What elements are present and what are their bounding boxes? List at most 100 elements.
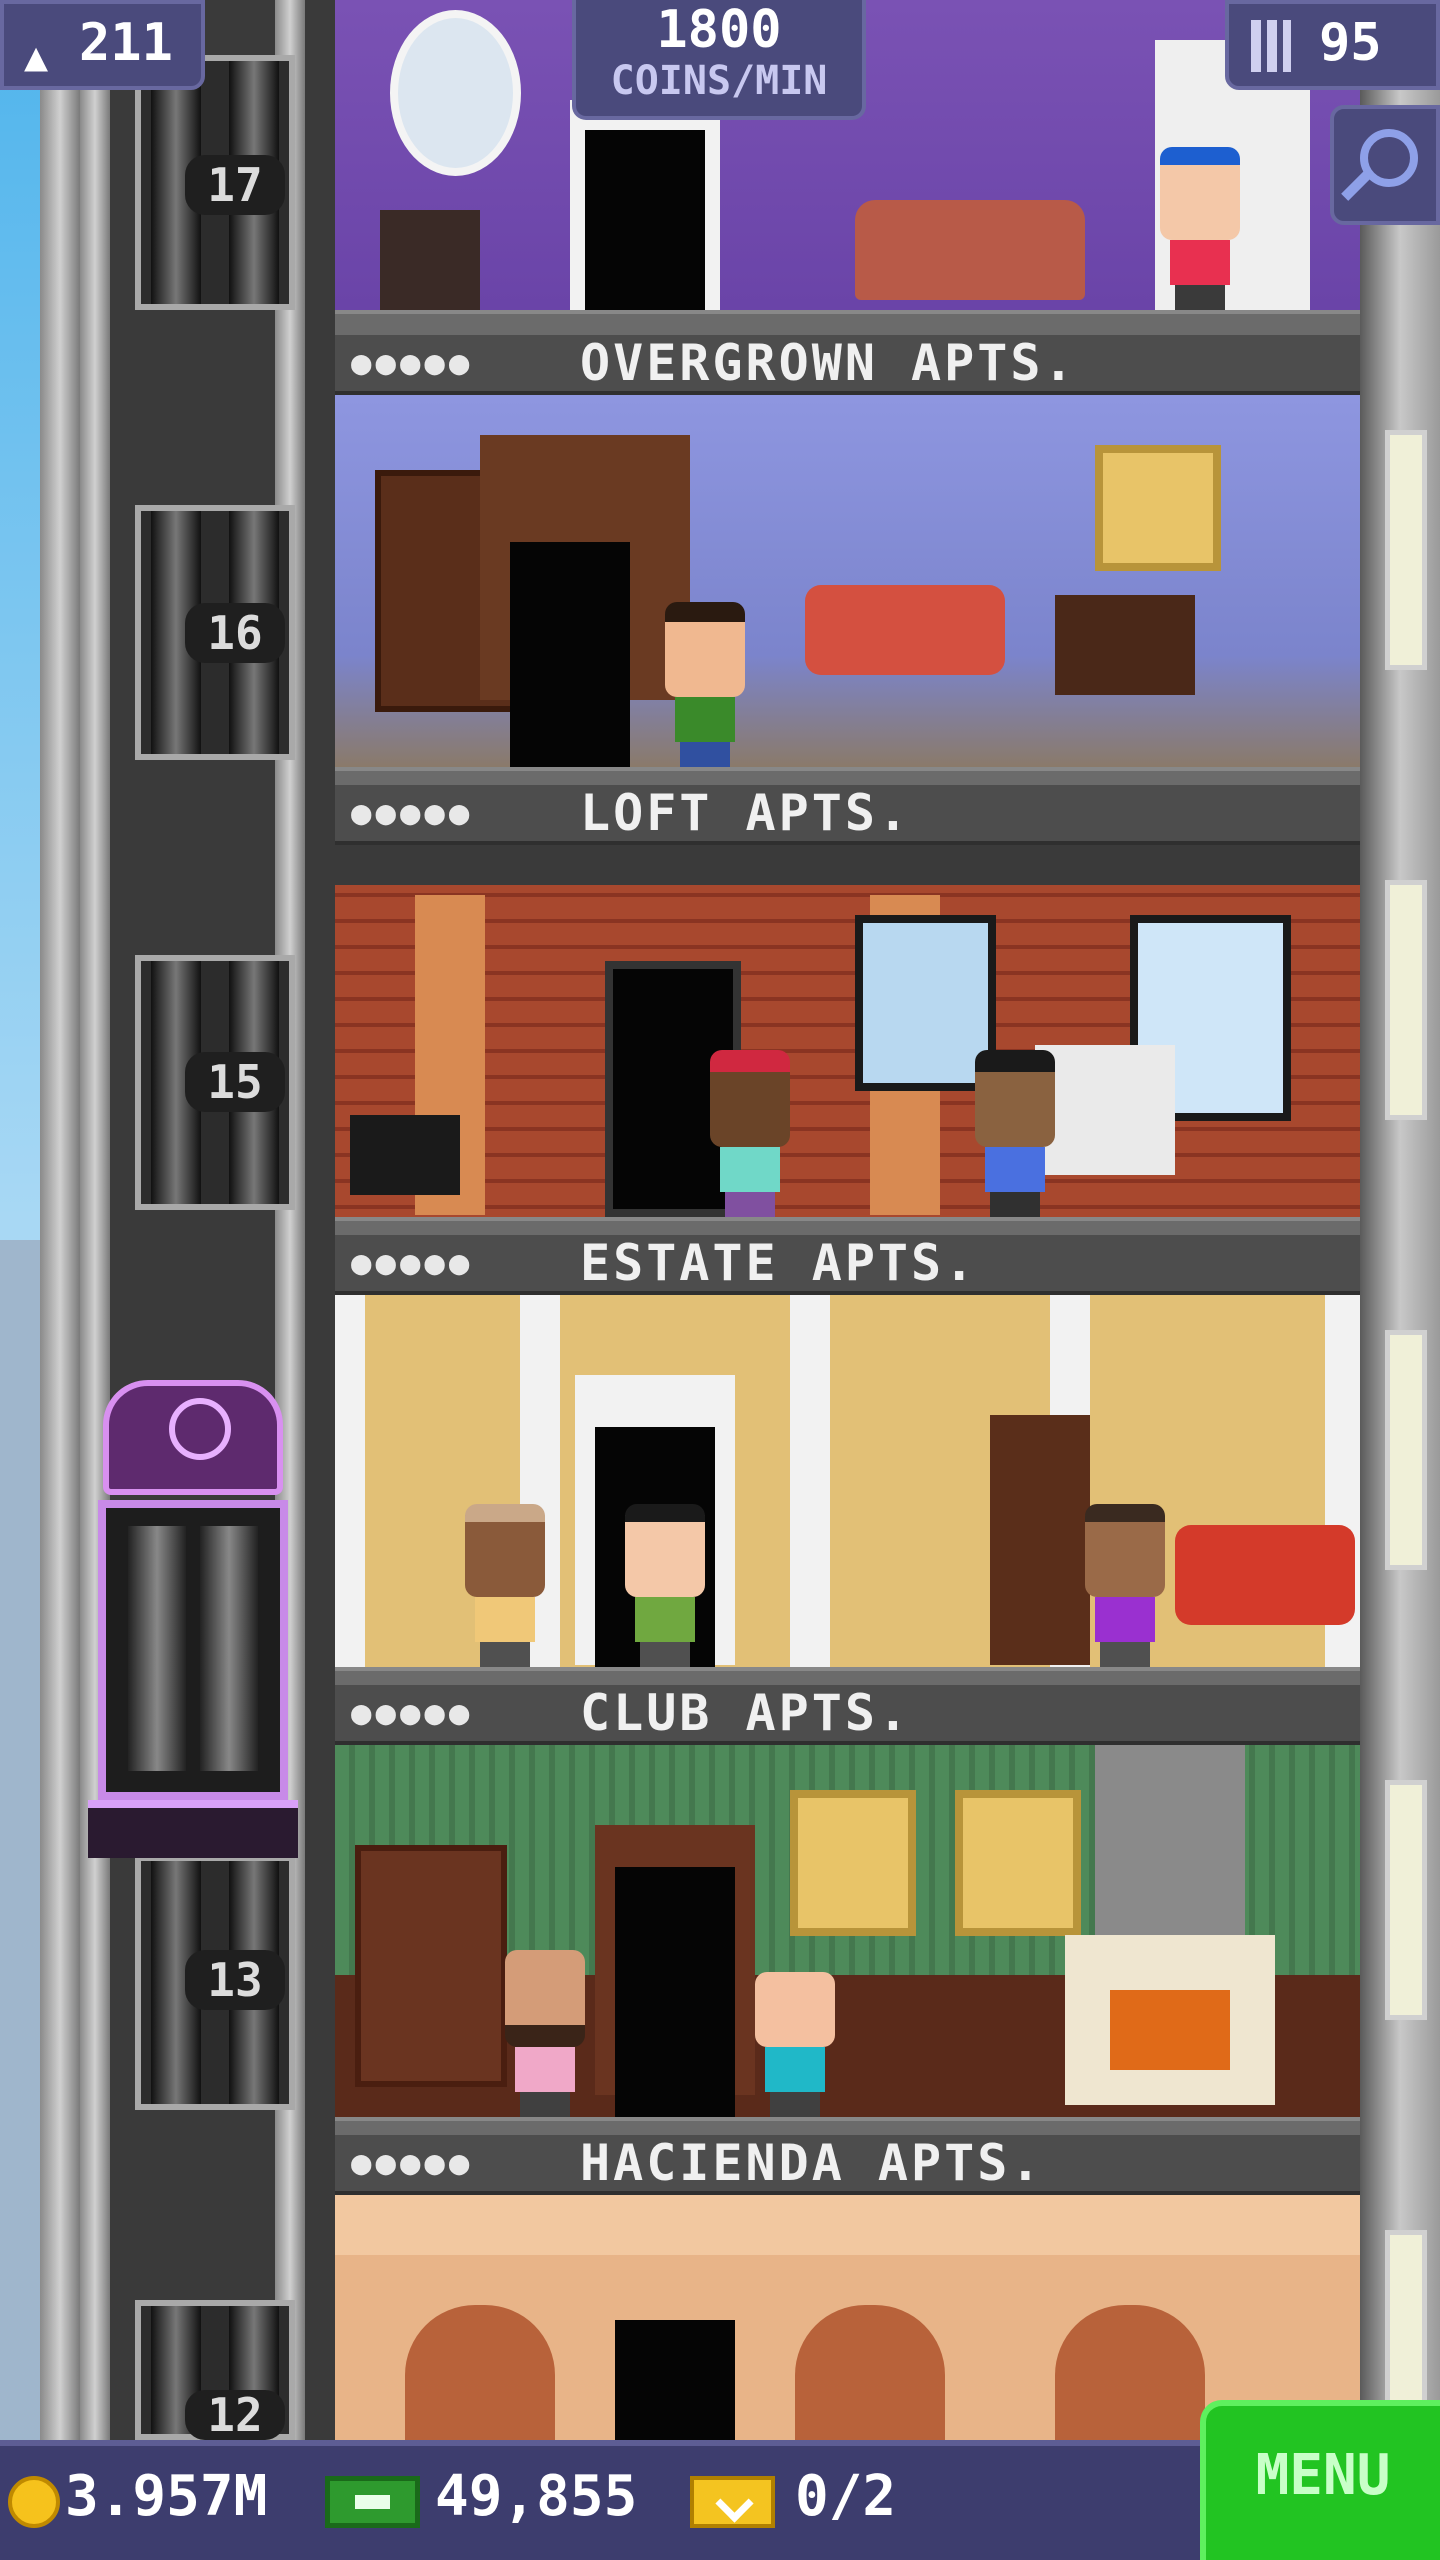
floor-ground: [335, 2117, 1360, 2135]
population-icon: ▲: [24, 34, 49, 80]
floor-ground: [335, 310, 1360, 335]
phone-table: [380, 210, 480, 310]
coins-per-min-display[interactable]: 1800 COINS/MIN: [572, 0, 866, 120]
sky-background: [0, 0, 40, 2440]
tower-right-wall: [1360, 0, 1440, 2470]
ceiling-beam: [335, 845, 1360, 885]
floor-label: ●●●●● LOFT APTS.: [335, 785, 1360, 845]
floor-estate-apts[interactable]: ●●●●● ESTATE APTS.: [335, 1235, 1360, 1685]
floors-icon: [1251, 20, 1291, 72]
arch: [795, 2305, 945, 2440]
tower-window: [1385, 1330, 1427, 1570]
resident[interactable]: [625, 1504, 705, 1667]
coin-icon: [8, 2476, 60, 2528]
bux-icon: [325, 2476, 420, 2528]
tower: ●●●●● OVERGROWN APTS. ●●●●● LOFT APTS. ●…: [335, 0, 1360, 2440]
sofa: [1175, 1525, 1355, 1625]
floors-value: 95: [1319, 13, 1382, 73]
floor-hacienda-apts[interactable]: ●●●●● HACIENDA APTS.: [335, 2135, 1360, 2440]
floor-number-16: 16: [185, 603, 285, 663]
resident[interactable]: [755, 1972, 835, 2117]
elevator-cab-base: [88, 1800, 298, 1858]
mirror: [390, 10, 521, 176]
bux-value[interactable]: 49,855: [435, 2464, 637, 2529]
hacienda-room: [335, 2195, 1360, 2440]
floor-label: ●●●●● CLUB APTS.: [335, 1685, 1360, 1745]
floors-counter[interactable]: 95: [1225, 0, 1440, 90]
stereo: [350, 1115, 460, 1195]
floor-ground: [335, 767, 1360, 785]
tower-window: [1385, 1780, 1427, 2020]
floor-ground: [335, 1667, 1360, 1685]
population-counter[interactable]: ▲ 211: [0, 0, 205, 90]
coins-per-min-label: COINS/MIN: [610, 58, 828, 104]
elevator-cab-doors: [98, 1500, 288, 1800]
residents-indicator: ●●●●●: [351, 1243, 474, 1283]
coins-per-min-value: 1800: [656, 0, 782, 60]
ticket-icon: [690, 2476, 775, 2528]
resident[interactable]: [505, 1950, 585, 2117]
residents-indicator: ●●●●●: [351, 343, 474, 383]
pillar: [790, 1295, 830, 1667]
floor-ground: [335, 1217, 1360, 1235]
search-icon: [1360, 129, 1418, 187]
floor-number-13: 13: [185, 1950, 285, 2010]
floor-loft-apts[interactable]: ●●●●● LOFT APTS.: [335, 785, 1360, 1235]
apartment-door: [615, 2320, 735, 2440]
shaft-rail-inner: [80, 0, 110, 2440]
shaft-rail-left: [40, 0, 80, 2440]
estate-room: [335, 1295, 1360, 1667]
resident[interactable]: [1085, 1504, 1165, 1667]
arch: [1055, 2305, 1205, 2440]
background-building: [0, 1240, 40, 2440]
elevator-cab-crown: [103, 1380, 283, 1495]
elevator-shaft[interactable]: 17 16 15 13 12: [40, 0, 370, 2440]
apartment-door: [585, 130, 705, 310]
floor-number-12: 12: [185, 2390, 285, 2440]
floor-name: LOFT APTS.: [580, 785, 912, 842]
residents-indicator: ●●●●●: [351, 793, 474, 833]
painting: [1095, 445, 1221, 571]
fire: [1110, 1990, 1230, 2070]
floor-name: HACIENDA APTS.: [580, 2135, 1044, 2192]
elevator-cab[interactable]: [88, 1380, 298, 1860]
loft-room: [335, 845, 1360, 1217]
tower-window: [1385, 430, 1427, 670]
resident[interactable]: [710, 1050, 790, 1217]
overgrown-room: [335, 395, 1360, 767]
residents-indicator: ●●●●●: [351, 2143, 474, 2183]
fireplace: [1055, 595, 1195, 695]
floor-name: OVERGROWN APTS.: [580, 335, 1077, 392]
floor-number-17: 17: [185, 155, 285, 215]
floor-number-15: 15: [185, 1052, 285, 1112]
floor-name: ESTATE APTS.: [580, 1235, 978, 1292]
floor-club-apts[interactable]: ●●●●● CLUB APTS.: [335, 1685, 1360, 2135]
chimney: [1095, 1745, 1245, 1965]
resident[interactable]: [665, 602, 745, 767]
portrait: [955, 1790, 1081, 1936]
search-button[interactable]: [1330, 105, 1440, 225]
tickets-value[interactable]: 0/2: [795, 2464, 896, 2529]
sofa: [805, 585, 1005, 675]
floor-name: CLUB APTS.: [580, 1685, 912, 1742]
menu-button[interactable]: MENU: [1200, 2400, 1440, 2560]
pillar: [335, 1295, 365, 1667]
armchair: [1035, 1045, 1175, 1175]
population-value: 211: [79, 13, 173, 73]
bookshelf: [355, 1845, 507, 2087]
arch: [405, 2305, 555, 2440]
floor-overgrown-apts[interactable]: ●●●●● OVERGROWN APTS.: [335, 335, 1360, 785]
resident[interactable]: [465, 1504, 545, 1667]
tower-window: [1385, 880, 1427, 1120]
bookshelf: [990, 1415, 1090, 1665]
floor-label: ●●●●● ESTATE APTS.: [335, 1235, 1360, 1295]
resident[interactable]: [1160, 147, 1240, 310]
portrait: [790, 1790, 916, 1936]
resident[interactable]: [975, 1050, 1055, 1217]
residents-indicator: ●●●●●: [351, 1693, 474, 1733]
sofa: [855, 200, 1085, 300]
apartment-door: [510, 542, 630, 767]
coins-value[interactable]: 3.957M: [65, 2464, 267, 2529]
club-room: [335, 1745, 1360, 2117]
apartment-door: [615, 1867, 735, 2117]
